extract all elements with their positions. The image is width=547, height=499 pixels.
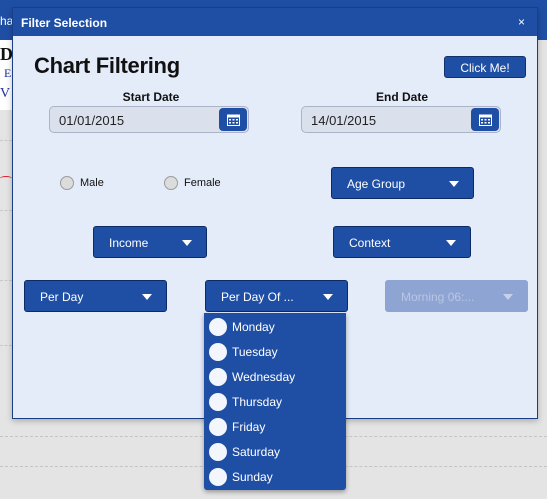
end-date-value: 14/01/2015 bbox=[311, 113, 377, 128]
menu-item-saturday[interactable]: Saturday bbox=[209, 441, 280, 463]
menu-item-wednesday[interactable]: Wednesday bbox=[209, 366, 295, 388]
radio-dot-icon bbox=[209, 443, 227, 461]
radio-label-male: Male bbox=[80, 177, 104, 189]
radio-button[interactable] bbox=[60, 176, 74, 190]
dropdown-label: Age Group bbox=[347, 177, 406, 191]
click-me-button[interactable]: Click Me! bbox=[444, 56, 526, 78]
menu-item-label: Wednesday bbox=[232, 370, 296, 384]
menu-item-thursday[interactable]: Thursday bbox=[209, 391, 282, 413]
income-dropdown[interactable]: Income bbox=[93, 226, 207, 258]
weekday-menu: Monday Tuesday Wednesday Thursday Friday… bbox=[204, 313, 346, 490]
menu-item-monday[interactable]: Monday bbox=[209, 316, 275, 338]
dropdown-label: Income bbox=[109, 236, 149, 250]
radio-dot-icon bbox=[209, 393, 227, 411]
chevron-down-icon bbox=[142, 294, 152, 300]
start-date-field[interactable]: 01/01/2015 bbox=[49, 106, 249, 133]
page-title: Chart Filtering bbox=[34, 53, 180, 78]
start-date-label: Start Date bbox=[122, 90, 180, 104]
menu-item-label: Saturday bbox=[232, 445, 281, 459]
background-gridline bbox=[0, 345, 12, 346]
radio-female[interactable]: Female bbox=[164, 176, 221, 190]
time-slot-dropdown: Morning 06:... bbox=[385, 280, 528, 312]
calendar-icon bbox=[478, 114, 492, 126]
chevron-down-icon bbox=[182, 240, 192, 246]
menu-item-label: Sunday bbox=[232, 470, 273, 484]
dialog-titlebar[interactable]: Filter Selection × bbox=[13, 8, 537, 36]
radio-male[interactable]: Male bbox=[60, 176, 104, 190]
menu-item-label: Thursday bbox=[232, 395, 283, 409]
dialog-title: Filter Selection bbox=[21, 16, 108, 30]
start-date-calendar-button[interactable] bbox=[219, 108, 247, 131]
background-gridline bbox=[0, 280, 12, 281]
age-group-dropdown[interactable]: Age Group bbox=[331, 167, 474, 199]
end-date-calendar-button[interactable] bbox=[471, 108, 499, 131]
chevron-down-icon bbox=[323, 294, 333, 300]
menu-item-label: Tuesday bbox=[232, 345, 278, 359]
radio-label-female: Female bbox=[184, 177, 221, 189]
background-text-fragment-2: V bbox=[0, 86, 11, 101]
context-dropdown[interactable]: Context bbox=[333, 226, 471, 258]
menu-item-friday[interactable]: Friday bbox=[209, 416, 265, 438]
radio-dot-icon bbox=[209, 343, 227, 361]
end-date-label: End Date bbox=[375, 90, 428, 104]
background-gridline bbox=[0, 210, 12, 211]
menu-item-tuesday[interactable]: Tuesday bbox=[209, 341, 278, 363]
menu-item-label: Friday bbox=[232, 420, 266, 434]
menu-item-label: Monday bbox=[232, 320, 275, 334]
background-chart-line bbox=[0, 176, 12, 181]
per-day-of-dropdown[interactable]: Per Day Of ... bbox=[205, 280, 348, 312]
end-date-field[interactable]: 14/01/2015 bbox=[301, 106, 501, 133]
background-gridline bbox=[0, 140, 12, 141]
radio-dot-icon bbox=[209, 418, 227, 436]
radio-dot-icon bbox=[209, 368, 227, 386]
chevron-down-icon bbox=[503, 294, 513, 300]
radio-dot-icon bbox=[209, 468, 227, 486]
calendar-icon bbox=[226, 114, 240, 126]
radio-dot-icon bbox=[209, 318, 227, 336]
radio-button[interactable] bbox=[164, 176, 178, 190]
dropdown-label: Morning 06:... bbox=[401, 290, 475, 304]
dropdown-label: Context bbox=[349, 236, 391, 250]
chevron-down-icon bbox=[449, 181, 459, 187]
chevron-down-icon bbox=[446, 240, 456, 246]
dropdown-label: Per Day bbox=[40, 290, 84, 304]
menu-item-sunday[interactable]: Sunday bbox=[209, 466, 273, 488]
start-date-value: 01/01/2015 bbox=[59, 113, 125, 128]
close-button[interactable]: × bbox=[518, 15, 525, 29]
per-day-dropdown[interactable]: Per Day bbox=[24, 280, 167, 312]
background-text-fragment: E bbox=[4, 66, 12, 80]
dropdown-label: Per Day Of ... bbox=[221, 290, 294, 304]
